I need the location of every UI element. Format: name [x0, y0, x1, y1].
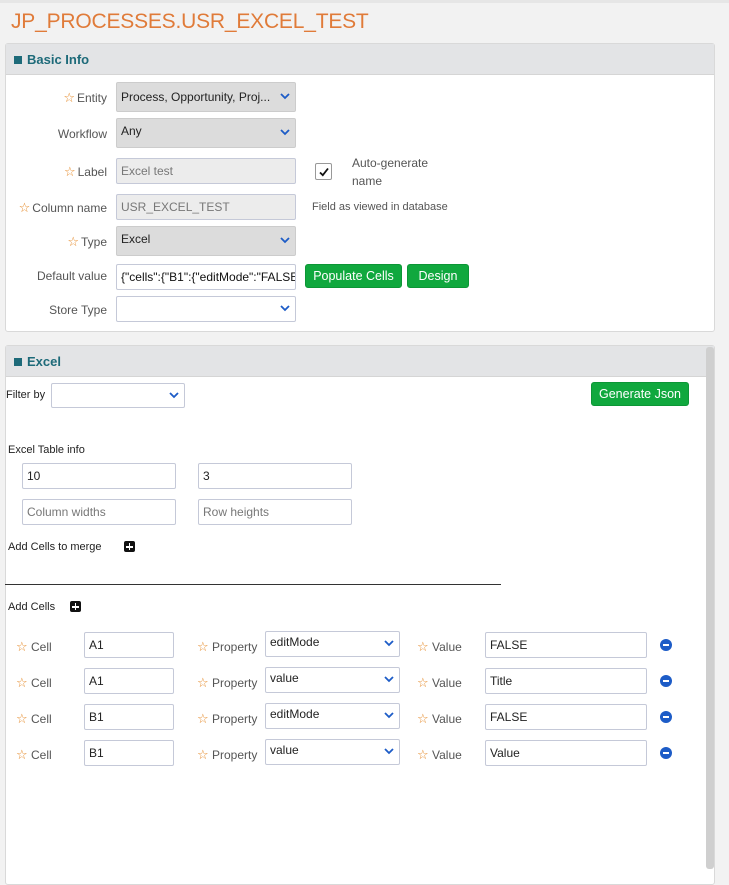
required-star-icon: ☆	[417, 639, 429, 654]
remove-cell-icon[interactable]	[660, 639, 672, 651]
top-border	[0, 0, 729, 3]
autogenerate-label-line1: Auto-generate	[352, 156, 429, 170]
scrollbar[interactable]	[706, 347, 714, 869]
populate-cells-button[interactable]: Populate Cells	[305, 264, 402, 288]
default-value-input[interactable]: {"cells":{"B1":{"editMode":"FALSE	[116, 264, 296, 290]
table-info-label: Excel Table info	[8, 444, 85, 456]
rows-input[interactable]: 10	[22, 463, 176, 489]
required-star-icon: ☆	[197, 639, 209, 654]
default-value-label: Default value	[36, 269, 107, 283]
required-star-icon: ☆	[18, 200, 31, 215]
autogenerate-checkbox[interactable]	[315, 163, 332, 180]
section-square-icon	[14, 358, 22, 366]
value-input[interactable]: Value	[485, 740, 647, 766]
required-star-icon: ☆	[16, 639, 28, 654]
chevron-down-icon	[384, 640, 394, 647]
workflow-label: Workflow	[57, 127, 107, 141]
basic-info-title: Basic Info	[27, 52, 90, 67]
chevron-down-icon	[384, 748, 394, 755]
property-select[interactable]: value	[265, 739, 400, 765]
excel-panel: Excel	[5, 345, 715, 885]
chevron-down-icon	[384, 712, 394, 719]
column-widths-input[interactable]: Column widths	[22, 499, 176, 525]
checkmark-icon	[319, 167, 329, 177]
label-field-label: ☆ Label	[63, 164, 107, 179]
cell-input[interactable]: A1	[84, 668, 174, 694]
value-input[interactable]: FALSE	[485, 632, 647, 658]
cell-input[interactable]: A1	[84, 632, 174, 658]
filter-label: Filter by	[6, 389, 46, 401]
cell-label: ☆ Cell	[16, 639, 52, 654]
cell-label: ☆ Cell	[16, 747, 52, 762]
columns-input[interactable]: 3	[198, 463, 352, 489]
label-input[interactable]: Excel test	[116, 158, 296, 184]
page-title: JP_PROCESSES.USR_EXCEL_TEST	[11, 10, 369, 33]
remove-cell-icon[interactable]	[660, 711, 672, 723]
chevron-down-icon	[280, 305, 290, 312]
value-input[interactable]: Title	[485, 668, 647, 694]
required-star-icon: ☆	[63, 164, 76, 179]
required-star-icon: ☆	[63, 90, 75, 105]
required-star-icon: ☆	[16, 675, 28, 690]
cell-label: ☆ Cell	[16, 711, 52, 726]
store-type-select[interactable]	[116, 296, 296, 322]
cell-label: ☆ Cell	[16, 675, 52, 690]
basic-info-header[interactable]: Basic Info	[6, 44, 714, 75]
property-label: ☆ Property	[197, 711, 258, 726]
remove-cell-icon[interactable]	[660, 747, 672, 759]
value-label: ☆ Value	[417, 675, 462, 690]
chevron-down-icon	[280, 129, 290, 136]
add-cells-label: Add Cells	[8, 601, 56, 613]
remove-cell-icon[interactable]	[660, 675, 672, 687]
excel-header[interactable]: Excel	[6, 346, 714, 377]
generate-json-button[interactable]: Generate Json	[591, 382, 689, 406]
design-button[interactable]: Design	[407, 264, 469, 288]
property-label: ☆ Property	[197, 639, 258, 654]
section-square-icon	[14, 56, 22, 64]
filter-select[interactable]	[51, 383, 185, 408]
value-input[interactable]: FALSE	[485, 704, 647, 730]
required-star-icon: ☆	[197, 711, 209, 726]
column-name-label: ☆ Column name	[18, 200, 107, 215]
property-select[interactable]: editMode	[265, 703, 400, 729]
required-star-icon: ☆	[16, 747, 28, 762]
property-select[interactable]: editMode	[265, 631, 400, 657]
chevron-down-icon	[384, 676, 394, 683]
required-star-icon: ☆	[417, 711, 429, 726]
cell-input[interactable]: B1	[84, 740, 174, 766]
entity-select[interactable]: Process, Opportunity, Proj...	[116, 82, 296, 112]
excel-title: Excel	[27, 354, 61, 369]
value-label: ☆ Value	[417, 747, 462, 762]
required-star-icon: ☆	[417, 747, 429, 762]
required-star-icon: ☆	[16, 711, 28, 726]
merge-cells-label: Add Cells to merge	[8, 541, 102, 553]
type-select[interactable]: Excel	[116, 226, 296, 256]
chevron-down-icon	[280, 237, 290, 244]
store-type-label: Store Type	[49, 303, 107, 317]
autogenerate-label-line2: name	[352, 174, 383, 188]
row-heights-input[interactable]: Row heights	[198, 499, 352, 525]
required-star-icon: ☆	[417, 675, 429, 690]
workflow-select[interactable]: Any	[116, 118, 296, 148]
type-label: ☆ Type	[67, 234, 107, 249]
required-star-icon: ☆	[197, 747, 209, 762]
property-label: ☆ Property	[197, 747, 258, 762]
add-merge-icon[interactable]	[124, 541, 135, 552]
cell-input[interactable]: B1	[84, 704, 174, 730]
required-star-icon: ☆	[197, 675, 209, 690]
chevron-down-icon	[169, 391, 179, 398]
chevron-down-icon	[280, 93, 290, 100]
value-label: ☆ Value	[417, 639, 462, 654]
column-name-input[interactable]: USR_EXCEL_TEST	[116, 194, 296, 220]
add-cell-icon[interactable]	[70, 601, 81, 612]
column-name-note: Field as viewed in database	[312, 201, 448, 213]
required-star-icon: ☆	[67, 234, 79, 249]
value-label: ☆ Value	[417, 711, 462, 726]
entity-label: ☆ Entity	[63, 90, 107, 105]
property-label: ☆ Property	[197, 675, 258, 690]
property-select[interactable]: value	[265, 667, 400, 693]
section-divider	[5, 584, 501, 585]
